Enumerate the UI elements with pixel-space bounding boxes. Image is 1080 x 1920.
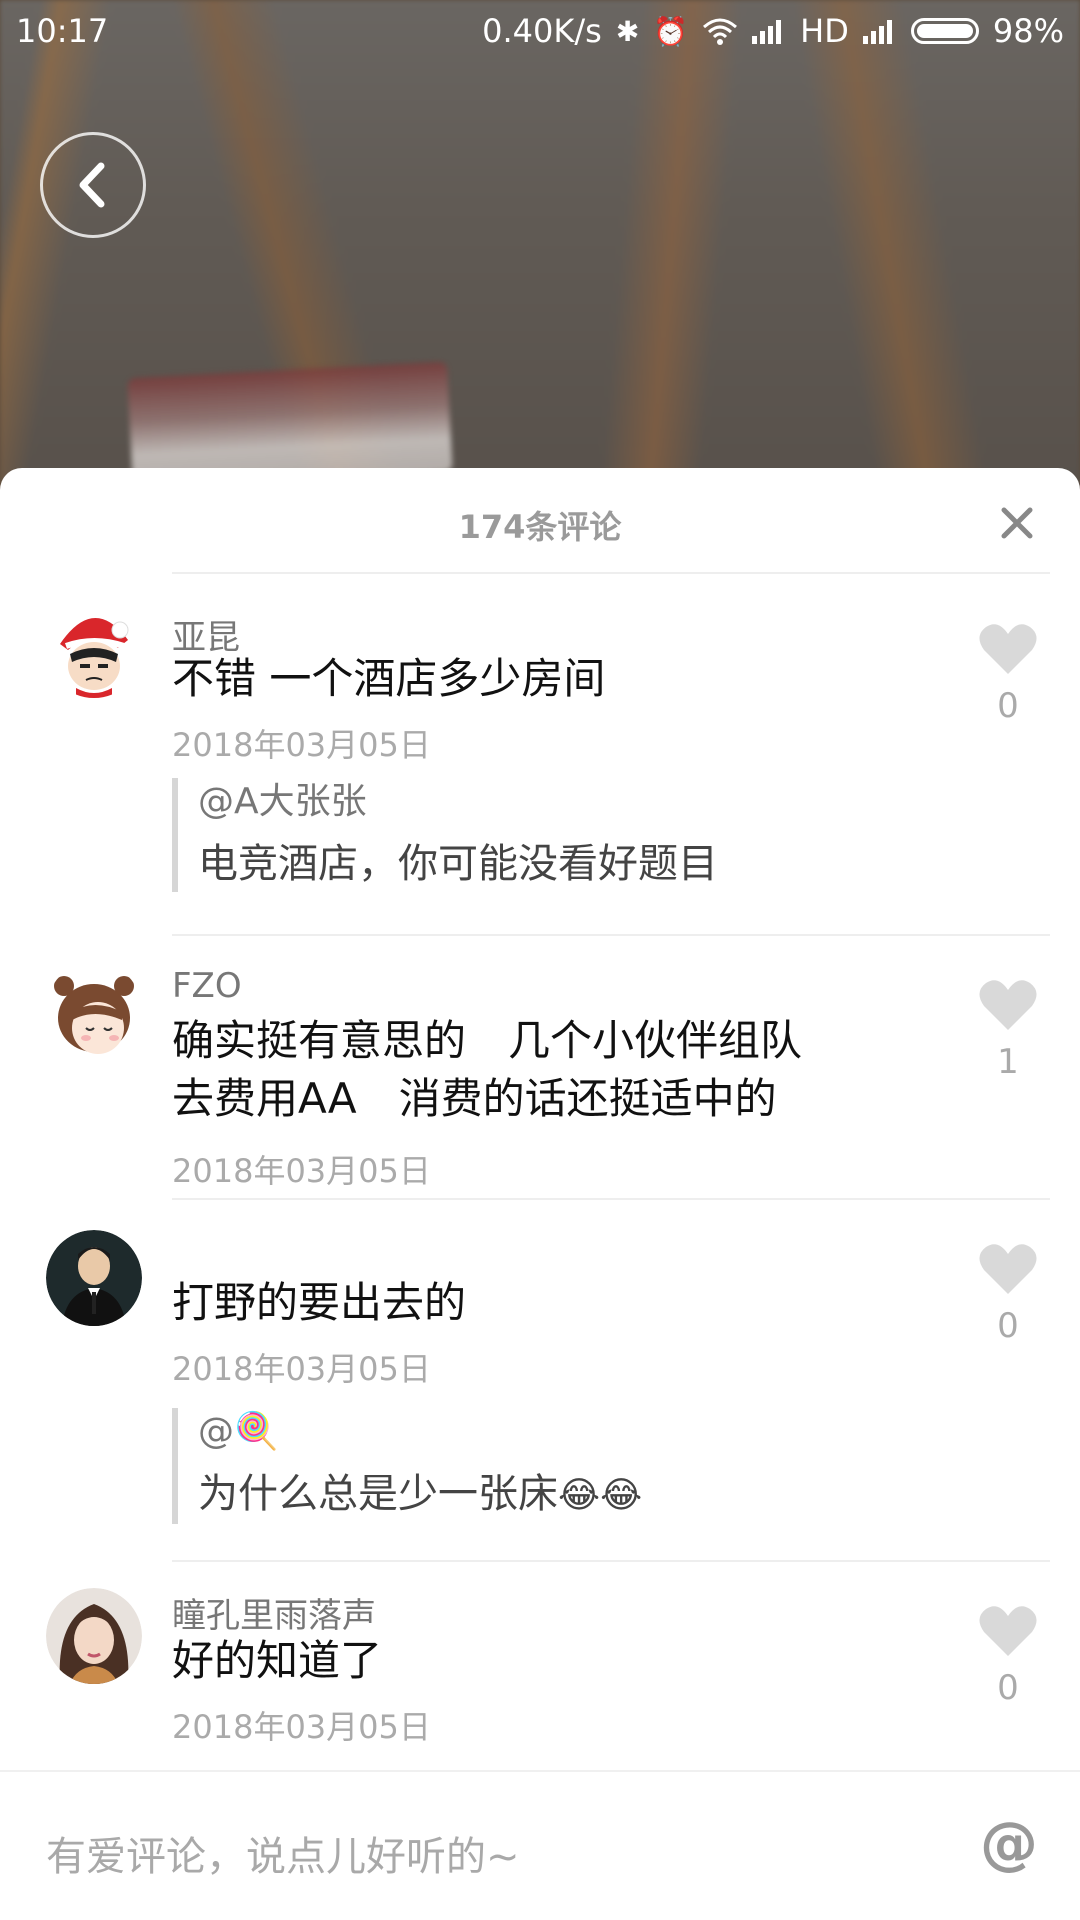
status-bar: 10:17 0.40K/s ✱ ⏰ HD 98% (0, 0, 1080, 62)
like-count: 0 (997, 1668, 1019, 1708)
heart-icon (979, 1244, 1037, 1294)
signal-icon-2 (862, 20, 892, 44)
comment-username[interactable]: FZO (172, 966, 242, 1006)
alarm-icon: ⏰ (653, 14, 689, 48)
reply-quote: @🍭 为什么总是少一张床😂😂 (172, 1408, 858, 1524)
avatar[interactable] (46, 602, 142, 698)
comment-text: 打野的要出去的 (172, 1278, 467, 1327)
avatar[interactable] (46, 1230, 142, 1326)
close-icon (1001, 507, 1033, 539)
like-button[interactable]: 0 (978, 1242, 1038, 1346)
reply-at: @ (198, 1411, 234, 1452)
avatar[interactable] (46, 1588, 142, 1684)
comment-text-line2: 去费用AA 消费的话还挺适中的 (172, 1074, 777, 1123)
close-button[interactable] (992, 498, 1042, 548)
reply-text: 电竞酒店，你可能没看好题目 (198, 841, 718, 887)
comment-text: 不错 一个酒店多少房间 (172, 654, 606, 703)
comment-input[interactable]: 有爱评论，说点儿好听的~ (46, 1824, 520, 1882)
comments-sheet: 174条评论 亚昆 不错 一个酒店多少房间 2018年03月05日 0 @A大张… (0, 468, 1080, 1920)
mention-button[interactable]: @ (978, 1812, 1040, 1874)
avatar[interactable] (46, 962, 142, 1058)
comment-date: 2018年03月05日 (172, 1350, 431, 1388)
wifi-icon (703, 18, 738, 45)
header-divider (172, 572, 1050, 574)
comment-input-bar: 有爱评论，说点儿好听的~ @ (0, 1770, 1080, 1920)
heart-icon (979, 980, 1037, 1030)
reply-username[interactable]: @A大张张 (198, 778, 858, 826)
laughing-emoji: 😂😂 (558, 1475, 643, 1516)
comment-text-line1: 确实挺有意思的 几个小伙伴组队 (172, 1016, 803, 1065)
comment-username[interactable]: 瞳孔里雨落声 (172, 1588, 376, 1637)
reply-text: 为什么总是少一张床😂😂 (198, 1466, 858, 1524)
chevron-left-icon (79, 162, 105, 208)
like-button[interactable]: 1 (978, 978, 1038, 1082)
bluetooth-icon: ✱ (615, 14, 640, 48)
like-count: 1 (997, 1042, 1019, 1082)
status-icons: 0.40K/s ✱ ⏰ HD 98% (482, 12, 1064, 50)
network-type: HD (800, 12, 849, 50)
like-button[interactable]: 0 (978, 622, 1038, 726)
network-speed: 0.40K/s (482, 12, 602, 50)
status-time: 10:17 (16, 12, 109, 50)
comment-date: 2018年03月05日 (172, 1708, 431, 1746)
comment-date: 2018年03月05日 (172, 726, 431, 764)
lollipop-emoji: 🍭 (234, 1411, 279, 1452)
comment-count-title: 174条评论 (458, 508, 622, 546)
comment-divider (172, 934, 1050, 936)
comment-divider (172, 1198, 1050, 1200)
battery-level: 98% (992, 12, 1064, 50)
comment-date: 2018年03月05日 (172, 1152, 431, 1190)
reply-quote: @A大张张 电竞酒店，你可能没看好题目 (172, 778, 858, 892)
back-button[interactable] (40, 132, 146, 238)
like-button[interactable]: 0 (978, 1604, 1038, 1708)
comment-text: 好的知道了 (172, 1636, 383, 1685)
battery-icon (910, 18, 979, 44)
reply-text-body: 为什么总是少一张床 (198, 1471, 558, 1517)
heart-icon (979, 1606, 1037, 1656)
like-count: 0 (997, 686, 1019, 726)
sheet-header: 174条评论 (0, 468, 1080, 572)
signal-icon (752, 20, 782, 44)
like-count: 0 (997, 1306, 1019, 1346)
reply-username[interactable]: @🍭 (198, 1408, 858, 1456)
heart-icon (979, 624, 1037, 674)
comment-divider (172, 1560, 1050, 1562)
